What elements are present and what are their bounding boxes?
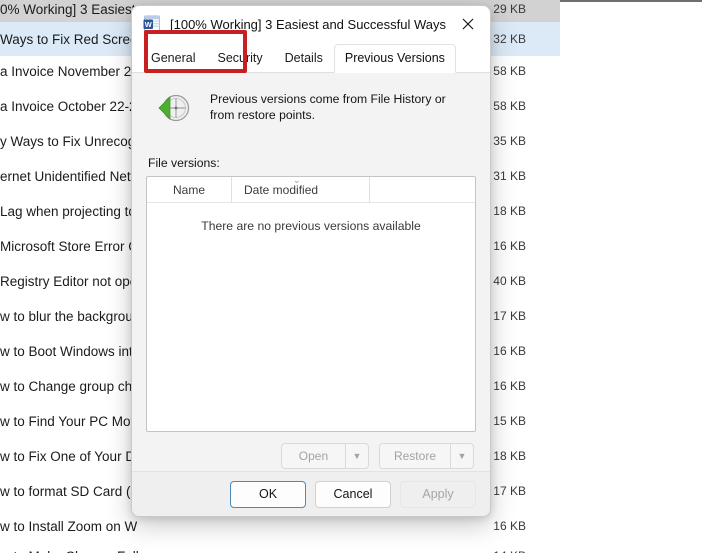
tab-general[interactable]: General — [140, 44, 206, 72]
tab-security[interactable]: Security — [206, 44, 273, 72]
tab-details[interactable]: Details — [274, 44, 334, 72]
ok-button[interactable]: OK — [230, 480, 306, 508]
column-header-date-modified[interactable]: ⌄ Date modified — [231, 177, 369, 203]
file-size: 17 KB — [493, 309, 526, 323]
restore-split-button[interactable]: Restore ▼ — [378, 443, 474, 469]
file-name: w to Make Chrome Full — [0, 541, 139, 553]
listbox-header[interactable]: Name ⌄ Date modified — [147, 177, 475, 203]
chevron-up-icon: ⌄ — [293, 176, 301, 185]
file-name: y Ways to Fix Unrecogn — [0, 133, 143, 149]
file-size: 18 KB — [493, 204, 526, 218]
file-name: Ways to Fix Red Screen — [0, 31, 146, 47]
file-name: w to Install Zoom on W — [0, 518, 138, 534]
file-versions-listbox[interactable]: Name ⌄ Date modified There are no previo… — [146, 176, 476, 432]
close-icon[interactable] — [446, 6, 490, 42]
column-header-date-label: Date modified — [244, 182, 319, 197]
dialog-footer[interactable]: OK Cancel Apply — [132, 471, 490, 516]
file-name: Registry Editor not ope — [0, 273, 138, 289]
file-size: 15 KB — [493, 414, 526, 428]
file-list-row[interactable]: w to Make Chrome Full 14 KB — [0, 541, 560, 553]
apply-button[interactable]: Apply — [400, 480, 476, 508]
file-name: w to format SD Card (M — [0, 483, 142, 499]
file-name: w to Fix One of Your Di — [0, 448, 139, 464]
open-dropdown-icon[interactable]: ▼ — [344, 443, 369, 469]
restore-button[interactable]: Restore — [378, 443, 450, 469]
dialog-tabstrip[interactable]: General Security Details Previous Versions — [132, 42, 490, 73]
file-size: 58 KB — [493, 64, 526, 78]
file-name: w to blur the backgrou — [0, 308, 133, 324]
file-size: 35 KB — [493, 134, 526, 148]
tab-previous-versions[interactable]: Previous Versions — [333, 44, 456, 73]
file-size: 14 KB — [493, 541, 526, 553]
file-name: Microsoft Store Error C — [0, 238, 139, 254]
column-header-name[interactable]: Name — [147, 177, 231, 203]
file-name: a Invoice November 22 — [0, 63, 139, 79]
svg-text:W: W — [145, 20, 152, 29]
word-document-icon: W — [143, 15, 161, 33]
file-versions-label: File versions: — [148, 156, 220, 170]
column-header-name-label: Name — [172, 182, 205, 197]
file-size: 32 KB — [493, 32, 526, 46]
file-name: w to Find Your PC Moth — [0, 413, 142, 429]
file-size: 16 KB — [493, 379, 526, 393]
file-size: 16 KB — [493, 239, 526, 253]
file-name: Lag when projecting to — [0, 203, 136, 219]
properties-dialog[interactable]: W [100% Working] 3 Easiest and Successfu… — [131, 5, 491, 517]
dialog-titlebar[interactable]: W [100% Working] 3 Easiest and Successfu… — [132, 6, 490, 42]
file-name: w to Change group cha — [0, 378, 140, 394]
file-size: 58 KB — [493, 99, 526, 113]
file-size: 17 KB — [493, 484, 526, 498]
empty-list-message: There are no previous versions available — [201, 219, 421, 233]
restore-dropdown-icon[interactable]: ▼ — [450, 443, 474, 469]
version-action-buttons[interactable]: Open ▼ Restore ▼ — [146, 443, 476, 469]
file-size: 31 KB — [493, 169, 526, 183]
column-header-extra[interactable] — [369, 177, 475, 203]
file-name: ernet Unidentified Netw — [0, 168, 141, 184]
dialog-body: Previous versions come from File History… — [132, 73, 490, 473]
screenshot-root: 0% Working] 3 Easiest a 29 KB Ways to Fix … — [0, 0, 702, 553]
file-name: a Invoice October 22-23 — [0, 98, 145, 114]
file-size: 40 KB — [493, 274, 526, 288]
info-banner: Previous versions come from File History… — [146, 73, 476, 129]
dialog-title: [100% Working] 3 Easiest and Successful … — [170, 16, 448, 32]
info-text: Previous versions come from File History… — [210, 92, 446, 123]
cancel-button[interactable]: Cancel — [315, 480, 391, 508]
open-split-button[interactable]: Open ▼ — [280, 443, 369, 469]
restore-clock-icon — [154, 89, 194, 129]
file-size: 16 KB — [493, 519, 526, 533]
file-name: w to Boot Windows int — [0, 343, 133, 359]
file-size: 16 KB — [493, 344, 526, 358]
open-button[interactable]: Open — [280, 443, 345, 469]
file-name: 0% Working] 3 Easiest a — [0, 1, 147, 17]
file-size: 29 KB — [493, 2, 526, 16]
file-size: 18 KB — [493, 449, 526, 463]
